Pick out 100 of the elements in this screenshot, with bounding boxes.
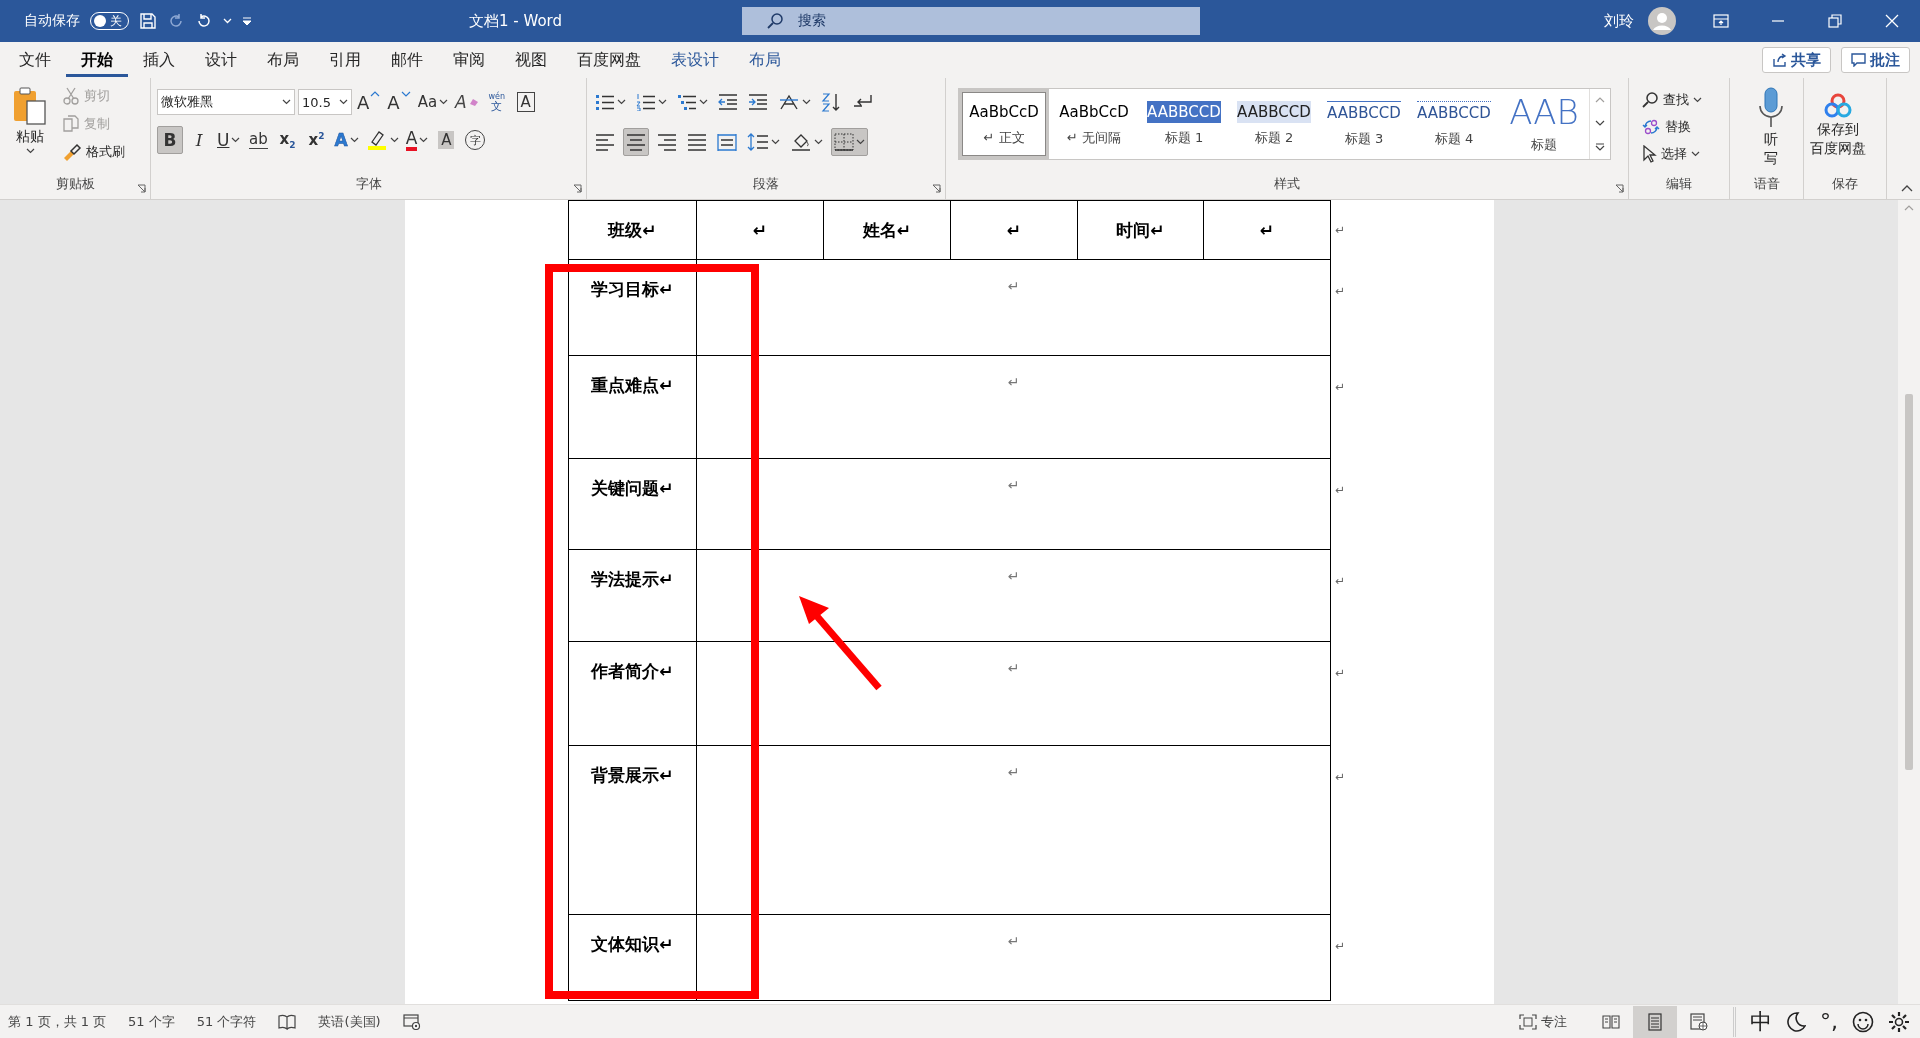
style-item[interactable]: AABBCCD 标题 3 [1319,89,1409,159]
paragraph-mark: ↵ [1330,641,1351,746]
table-cell: 关键问题↵ [568,458,697,550]
ribbon-tab[interactable]: 视图 [500,43,562,77]
ribbon-tab[interactable]: 文件 [4,43,66,77]
replace-button[interactable]: 替换 [1641,115,1702,139]
undo-icon[interactable] [195,12,213,30]
table-cell: ↵ [696,914,1331,1001]
distribute-icon [717,133,737,151]
table-cell: 时间↵ [1077,200,1204,260]
paragraph-mark: ↵ [1330,549,1351,642]
table-cell: 姓名↵ [823,200,951,260]
ribbon-tab[interactable]: 百度网盘 [562,43,656,77]
settings-icon[interactable] [1888,1010,1910,1033]
table-cell: ↵ [1203,200,1331,260]
user-name: 刘玲 [1604,11,1634,31]
superscript-button[interactable]: x$^{2}$ [303,126,330,154]
status-text[interactable]: 51 个字符 [196,1012,257,1031]
save-icon[interactable] [139,12,157,30]
microphone-icon [1756,86,1786,130]
caret-icon [339,99,348,105]
input-mode-indicator[interactable]: °, [1820,1009,1838,1034]
asian-icon [778,93,800,111]
style-item[interactable]: AAB 标题 [1499,89,1589,159]
status-text[interactable]: 英语(美国) [318,1012,381,1031]
dictate-button[interactable]: 听 写 [1736,84,1794,175]
moon-icon[interactable] [1786,1011,1806,1032]
focus-button[interactable]: 专注 [1519,1012,1567,1031]
customize-icon[interactable] [242,16,252,26]
scrollbar[interactable] [1898,200,1920,1004]
style-item[interactable]: AaBbCcD ↵ 正文 [959,89,1049,159]
painter-button[interactable]: 格式刷 [62,140,125,164]
print-layout-button[interactable] [1633,1005,1677,1038]
status-text[interactable]: 第 1 页，共 1 页 [8,1012,107,1031]
style-item[interactable]: AABBCCD 标题 2 [1229,89,1319,159]
table-cell: 学法提示↵ [568,549,697,642]
text-effect-button[interactable]: A [332,126,361,154]
book-icon [1602,1013,1620,1030]
style-item[interactable]: AABBCCD 标题 4 [1409,89,1499,159]
dialog-launcher-icon[interactable] [1615,184,1624,193]
ribbon-tab[interactable]: 邮件 [376,43,438,77]
borders-button[interactable] [831,128,868,156]
cursor-icon [1641,145,1657,163]
italic-button[interactable]: I [186,126,212,154]
ribbon-tab[interactable]: 插入 [128,43,190,77]
align-center-icon [626,133,646,151]
font-name: 微软雅黑 [161,93,213,111]
font-color-button[interactable]: A [403,126,431,154]
input-mode-indicator[interactable]: 中 [1750,1006,1772,1037]
close-icon [1884,14,1899,28]
ribbon-tab[interactable]: 布局 [734,43,796,77]
subscript-button[interactable]: x$_{2}$ [274,126,301,154]
save-to-cloud-button[interactable]: 保存到 百度网盘 [1810,84,1874,175]
paste-button[interactable]: 粘贴 [6,84,54,175]
find-button[interactable]: 查找 [1641,88,1702,112]
more-icon [1595,141,1605,152]
redo-icon[interactable] [167,12,185,30]
shrink-font-button[interactable]: A [385,88,413,116]
dialog-launcher-icon[interactable] [573,184,582,193]
dialog-launcher-icon[interactable] [932,184,941,193]
character-shading-button[interactable]: A [433,126,460,154]
bold-button[interactable]: B [157,126,183,154]
table-cell: 班级↵ [568,200,697,260]
avatar-icon[interactable] [1648,7,1676,35]
caret-icon[interactable] [223,18,232,24]
proofing-icon[interactable] [278,1013,297,1030]
ribbon-tab[interactable]: 布局 [252,43,314,77]
smile-icon[interactable] [1852,1010,1874,1033]
search-field[interactable]: 搜索 [742,7,1200,35]
ribbon-tab[interactable]: 表设计 [656,43,734,77]
ribbon-display-icon [1712,14,1729,28]
dialog-launcher-icon[interactable] [137,184,146,193]
style-item[interactable]: AaBbCcD ↵ 无间隔 [1049,89,1139,159]
group-label: 段落 [753,175,779,193]
grow-font-button[interactable]: A [355,88,383,116]
underline-button[interactable]: U [215,126,243,154]
change-case-button[interactable]: Aa [415,88,451,116]
center-button[interactable] [623,128,649,156]
font-name-field[interactable]: 微软雅黑 [157,89,295,115]
select-button[interactable]: 选择 [1641,142,1702,166]
scroll-thumb[interactable] [1905,394,1913,770]
ribbon-tab[interactable]: 引用 [314,43,376,77]
ribbon-tab[interactable]: 审阅 [438,43,500,77]
clear-format-button[interactable]: A [453,88,481,116]
font-size-field[interactable]: 10.5 [298,89,352,115]
strikethrough-button[interactable]: ab [245,126,272,154]
table-cell: ↵ [696,200,824,260]
paragraph-mark: ↵ [1330,259,1351,356]
table-cell: 重点难点↵ [568,355,697,459]
style-item[interactable]: AABBCCD 标题 1 [1139,89,1229,159]
macro-icon[interactable] [402,1013,421,1030]
ribbon-tab[interactable]: 设计 [190,43,252,77]
brush-icon [62,143,82,161]
table-cell: ↵ [696,259,1331,356]
status-text[interactable]: 51 个字 [128,1012,175,1031]
comments-button[interactable]: 批注 [1841,47,1910,73]
phonetic-guide-button[interactable]: wén 文 [483,88,510,116]
share-button[interactable]: 共享 [1762,47,1831,73]
focus-icon [1519,1013,1537,1030]
group-label: 剪贴板 [55,175,95,193]
